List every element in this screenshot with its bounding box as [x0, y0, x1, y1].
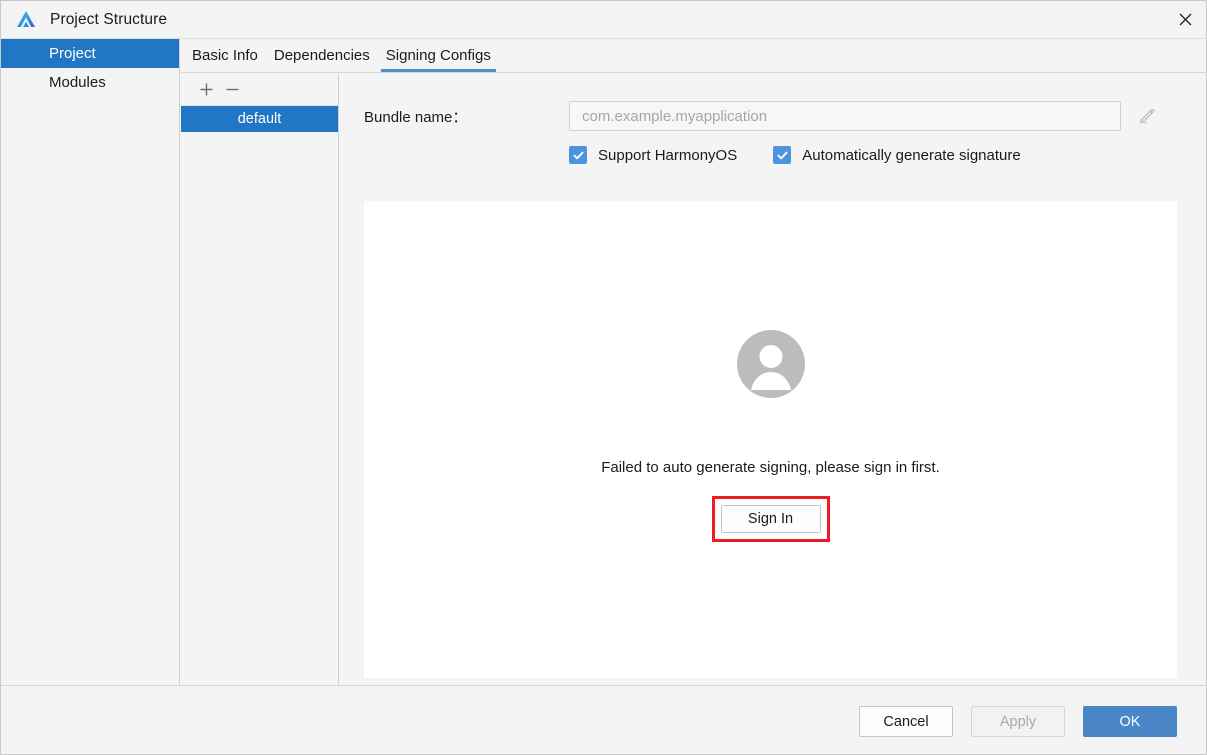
project-structure-dialog: Project Structure Project Modules Basic … — [0, 0, 1207, 755]
sign-in-button[interactable]: Sign In — [720, 505, 821, 533]
checkbox-label: Support HarmonyOS — [598, 146, 738, 164]
ok-button[interactable]: OK — [1083, 706, 1177, 737]
window-title: Project Structure — [50, 10, 168, 28]
signing-status-panel: Failed to auto generate signing, please … — [364, 201, 1177, 678]
sidebar-item-project[interactable]: Project — [1, 39, 179, 68]
auto-generate-signature-checkbox[interactable]: Automatically generate signature — [773, 146, 1021, 164]
footer-button-group: Cancel Apply OK — [859, 706, 1177, 737]
sidebar-item-label: Modules — [49, 74, 106, 91]
list-item[interactable]: default — [181, 106, 338, 132]
sidebar-item-modules[interactable]: Modules — [1, 68, 179, 97]
options-row: Support HarmonyOS Automatically generate… — [569, 146, 1021, 164]
checkbox-label: Automatically generate signature — [802, 146, 1021, 164]
dialog-footer: Cancel Apply OK — [1, 686, 1206, 754]
tab-label: Signing Configs — [385, 47, 491, 64]
signing-configs-content: Bundle name： Support HarmonyOS — [340, 74, 1206, 685]
bundle-name-row: Bundle name： — [364, 101, 1184, 131]
cancel-button[interactable]: Cancel — [859, 706, 953, 737]
bundle-name-input[interactable] — [569, 101, 1121, 131]
sidebar-item-label: Project — [49, 45, 96, 62]
tab-strip: Basic Info Dependencies Signing Configs — [181, 39, 1206, 73]
close-icon[interactable] — [1162, 1, 1206, 38]
tab-basic-info[interactable]: Basic Info — [184, 39, 266, 72]
checkbox-checked-icon — [773, 146, 792, 164]
config-item-label: default — [237, 111, 282, 127]
title-bar: Project Structure — [1, 1, 1206, 39]
deveco-logo-icon — [14, 8, 38, 32]
signin-highlight-box: Sign In — [711, 496, 830, 542]
tab-signing-configs[interactable]: Signing Configs — [378, 39, 499, 72]
category-sidebar: Project Modules — [1, 39, 180, 685]
pencil-edit-icon[interactable] — [1135, 104, 1159, 128]
signing-config-list-panel: default — [181, 74, 339, 685]
tab-label: Basic Info — [192, 47, 258, 64]
tab-label: Dependencies — [273, 47, 370, 64]
checkbox-checked-icon — [569, 146, 587, 164]
signin-prompt: Failed to auto generate signing, please … — [364, 329, 1177, 542]
apply-button: Apply — [971, 706, 1065, 737]
add-config-button[interactable] — [193, 78, 219, 102]
bundle-name-label: Bundle name： — [364, 108, 468, 126]
config-list-toolbar — [181, 74, 338, 106]
support-harmonyos-checkbox[interactable]: Support HarmonyOS — [569, 146, 737, 164]
remove-config-button[interactable] — [219, 78, 245, 102]
user-avatar-placeholder-icon — [736, 329, 806, 399]
signin-message: Failed to auto generate signing, please … — [601, 459, 940, 476]
tab-dependencies[interactable]: Dependencies — [266, 39, 378, 72]
